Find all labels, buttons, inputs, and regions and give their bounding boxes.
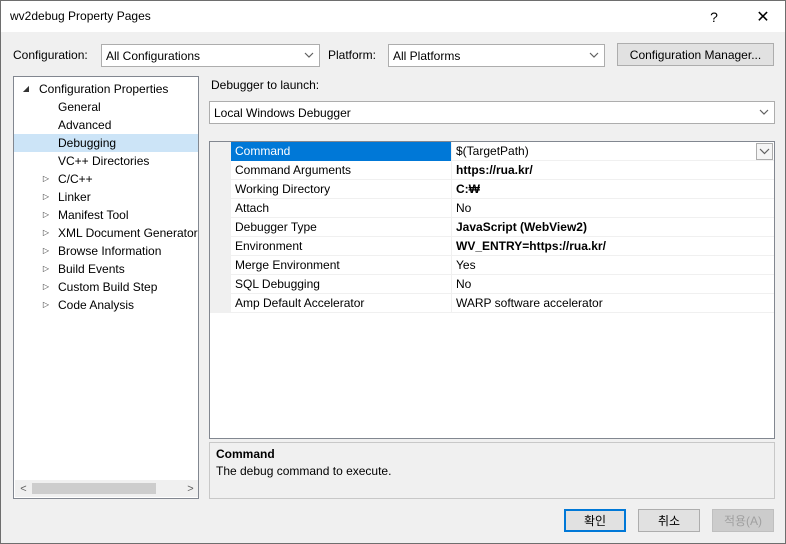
property-value[interactable]: Yes	[452, 256, 774, 275]
tree-item-label: Linker	[58, 190, 91, 204]
tree-item-label: Browse Information	[58, 244, 162, 258]
chevron-down-icon	[759, 109, 769, 115]
platform-value: All Platforms	[393, 48, 461, 63]
collapsed-icon[interactable]: ▷	[41, 296, 51, 314]
expanded-icon[interactable]: ◢	[21, 80, 31, 98]
tree-item-label: General	[58, 100, 101, 114]
property-value[interactable]: C:₩	[452, 180, 774, 199]
tree-item-linker[interactable]: ▷ Linker	[14, 188, 198, 206]
tree-item-label: Manifest Tool	[58, 208, 129, 222]
collapsed-icon[interactable]: ▷	[41, 188, 51, 206]
property-value[interactable]: No	[452, 275, 774, 294]
tree-item-debugging[interactable]: Debugging	[14, 134, 198, 152]
tree-item-build-events[interactable]: ▷ Build Events	[14, 260, 198, 278]
property-value-text: $(TargetPath)	[456, 144, 529, 158]
collapsed-icon[interactable]: ▷	[41, 206, 51, 224]
description-title: Command	[216, 447, 275, 461]
property-row-merge-environment[interactable]: Merge Environment Yes	[231, 256, 774, 275]
tree-item-label: VC++ Directories	[58, 154, 150, 168]
value-dropdown-button[interactable]	[756, 143, 773, 160]
property-grid: Command $(TargetPath) Command Arguments …	[209, 141, 775, 439]
collapsed-icon[interactable]: ▷	[41, 260, 51, 278]
tree-item-advanced[interactable]: Advanced	[14, 116, 198, 134]
property-row-sql-debugging[interactable]: SQL Debugging No	[231, 275, 774, 294]
tree-item-label: Advanced	[58, 118, 112, 132]
property-row-amp-default-accelerator[interactable]: Amp Default Accelerator WARP software ac…	[231, 294, 774, 313]
tree-item-configuration-properties[interactable]: ◢ Configuration Properties	[14, 80, 198, 98]
debugger-value: Local Windows Debugger	[214, 105, 351, 120]
chevron-down-icon	[589, 52, 599, 58]
ok-button[interactable]: 확인	[564, 509, 626, 532]
chevron-down-icon	[759, 148, 770, 155]
property-name: Command Arguments	[231, 161, 452, 180]
property-row-attach[interactable]: Attach No	[231, 199, 774, 218]
tree-item-vc-directories[interactable]: VC++ Directories	[14, 152, 198, 170]
tree-item-general[interactable]: General	[14, 98, 198, 116]
property-name: Merge Environment	[231, 256, 452, 275]
property-tree: ◢ Configuration Properties General Advan…	[13, 76, 199, 499]
chevron-down-icon	[304, 52, 314, 58]
property-value[interactable]: JavaScript (WebView2)	[452, 218, 774, 237]
tree-item-custom-build-step[interactable]: ▷ Custom Build Step	[14, 278, 198, 296]
tree-item-label: Code Analysis	[58, 298, 135, 312]
collapsed-icon[interactable]: ▷	[41, 224, 51, 242]
grid-gutter	[210, 142, 231, 313]
property-name: Attach	[231, 199, 452, 218]
configuration-value: All Configurations	[106, 48, 201, 63]
property-value[interactable]: No	[452, 199, 774, 218]
property-row-environment[interactable]: Environment WV_ENTRY=https://rua.kr/	[231, 237, 774, 256]
property-name: Debugger Type	[231, 218, 452, 237]
property-name: Working Directory	[231, 180, 452, 199]
property-name: Environment	[231, 237, 452, 256]
scroll-left-icon[interactable]: <	[15, 480, 32, 497]
configuration-select[interactable]: All Configurations	[101, 44, 320, 67]
description-text: The debug command to execute.	[216, 464, 392, 478]
property-name: SQL Debugging	[231, 275, 452, 294]
collapsed-icon[interactable]: ▷	[41, 278, 51, 296]
property-row-debugger-type[interactable]: Debugger Type JavaScript (WebView2)	[231, 218, 774, 237]
configuration-label: Configuration:	[13, 48, 88, 62]
debugger-launch-label: Debugger to launch:	[211, 78, 320, 92]
configuration-manager-button[interactable]: Configuration Manager...	[617, 43, 774, 66]
platform-label: Platform:	[328, 48, 377, 62]
help-button[interactable]: ?	[691, 1, 737, 32]
description-panel: Command The debug command to execute.	[209, 442, 775, 499]
property-row-command-arguments[interactable]: Command Arguments https://rua.kr/	[231, 161, 774, 180]
tree-item-label: Build Events	[58, 262, 125, 276]
tree-horizontal-scrollbar[interactable]: < >	[15, 480, 198, 497]
property-name: Amp Default Accelerator	[231, 294, 452, 313]
tree-item-manifest-tool[interactable]: ▷ Manifest Tool	[14, 206, 198, 224]
window-title: wv2debug Property Pages	[10, 9, 151, 23]
tree-item-label: Configuration Properties	[39, 82, 169, 96]
scrollbar-thumb[interactable]	[32, 483, 156, 494]
tree-item-label: Custom Build Step	[58, 280, 158, 294]
tree-item-browse-information[interactable]: ▷ Browse Information	[14, 242, 198, 260]
tree-item-label: XML Document Generator	[58, 226, 198, 240]
platform-select[interactable]: All Platforms	[388, 44, 605, 67]
property-row-command[interactable]: Command $(TargetPath)	[231, 142, 774, 161]
tree-item-code-analysis[interactable]: ▷ Code Analysis	[14, 296, 198, 314]
property-value[interactable]: WV_ENTRY=https://rua.kr/	[452, 237, 774, 256]
tree-item-c-cpp[interactable]: ▷ C/C++	[14, 170, 198, 188]
debugger-select[interactable]: Local Windows Debugger	[209, 101, 775, 124]
collapsed-icon[interactable]: ▷	[41, 170, 51, 188]
cancel-button[interactable]: 취소	[638, 509, 700, 532]
title-bar: wv2debug Property Pages ? ✕	[1, 1, 785, 32]
property-value[interactable]: https://rua.kr/	[452, 161, 774, 180]
property-value[interactable]: WARP software accelerator	[452, 294, 774, 313]
collapsed-icon[interactable]: ▷	[41, 242, 51, 260]
close-button[interactable]: ✕	[740, 1, 786, 32]
apply-button[interactable]: 적용(A)	[712, 509, 774, 532]
property-pages-window: wv2debug Property Pages ? ✕ Configuratio…	[0, 0, 786, 544]
tree-item-label: C/C++	[58, 172, 93, 186]
property-name: Command	[231, 142, 452, 161]
property-value[interactable]: $(TargetPath)	[452, 142, 774, 161]
tree-item-xml-document-generator[interactable]: ▷ XML Document Generator	[14, 224, 198, 242]
tree-item-label: Debugging	[58, 136, 117, 150]
scroll-right-icon[interactable]: >	[182, 480, 198, 497]
property-row-working-directory[interactable]: Working Directory C:₩	[231, 180, 774, 199]
